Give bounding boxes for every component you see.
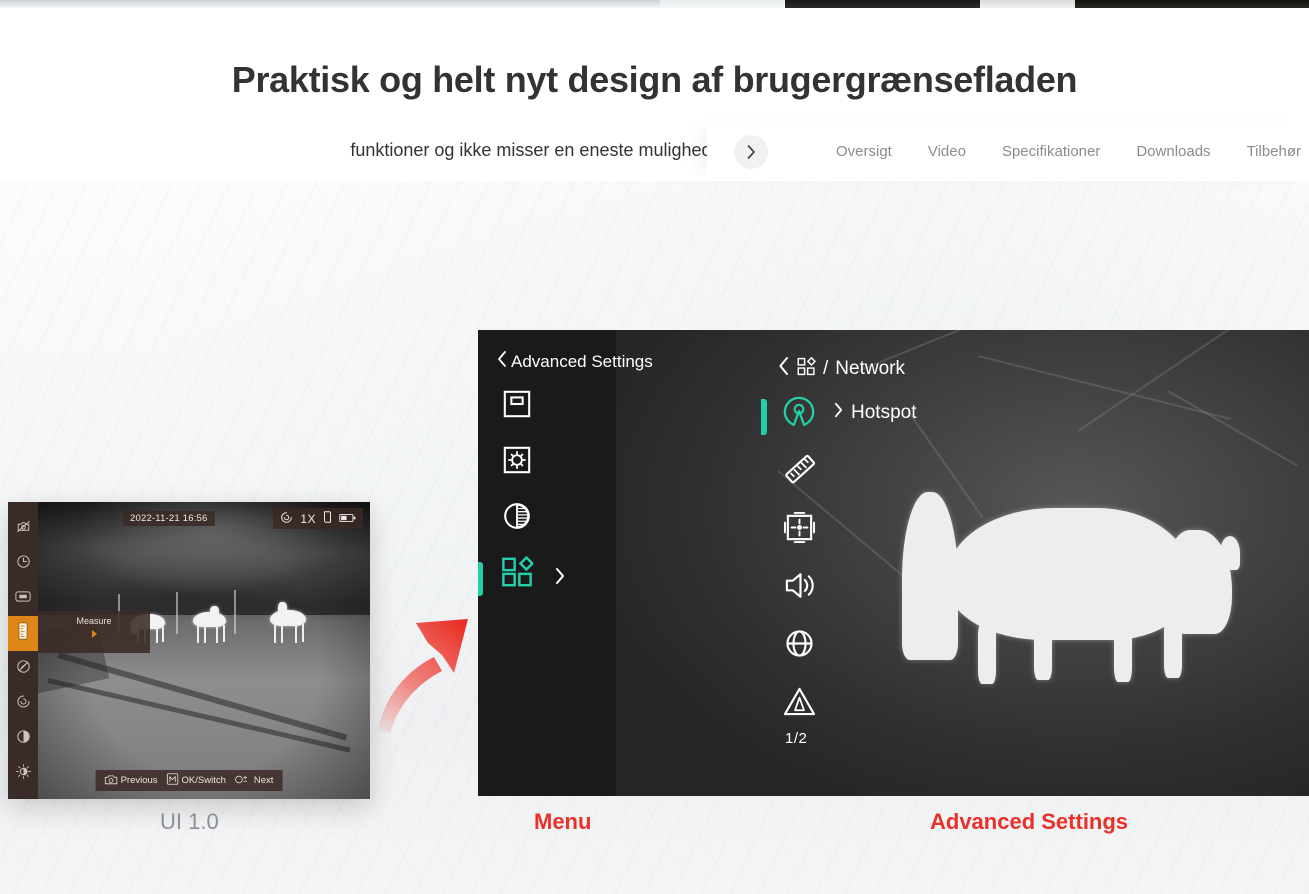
menu-panel-title: Advanced Settings (511, 351, 653, 371)
chevron-right-icon[interactable] (554, 566, 566, 591)
advanced-item-globe[interactable] (781, 628, 817, 664)
sidebar-item-brightness[interactable] (8, 756, 38, 791)
advanced-item-target[interactable] (781, 511, 817, 549)
subnav-item-downloads[interactable]: Downloads (1118, 143, 1228, 160)
contrast-half-circle-icon (502, 501, 532, 536)
sidebar-item-zoom[interactable] (8, 686, 38, 721)
sidebar-item-contrast[interactable] (8, 721, 38, 756)
advanced-item-ruler[interactable] (781, 454, 817, 490)
hotspot-antenna-icon (782, 395, 816, 434)
menu-icon-list (478, 389, 616, 591)
contrast-icon (16, 729, 31, 749)
strip-segment (1075, 0, 1309, 8)
menu-item-brightness-frame[interactable] (500, 445, 534, 479)
showcase-band: 2022-11-21 16:56 1X Measure Previous OK/… (0, 181, 1309, 894)
warning-triangle-icon (783, 686, 816, 722)
caption-advanced-settings: Advanced Settings (930, 809, 1129, 834)
advanced-item-warning[interactable] (781, 686, 817, 722)
sidebar-item-hotspot-off[interactable] (8, 651, 38, 686)
sidebar-item-camera-off[interactable] (8, 511, 38, 546)
hint-previous: Previous (104, 774, 158, 788)
ui10-bottombar: Previous OK/Switch Next (95, 770, 283, 791)
strip-segment (0, 0, 660, 8)
subnav-links: Oversigt Video Specifikationer Downloads… (818, 143, 1309, 160)
picture-in-picture-icon (502, 389, 532, 424)
advanced-selected-entry[interactable]: Hotspot (833, 401, 916, 425)
subnav-item-specifikationer[interactable]: Specifikationer (984, 143, 1118, 160)
subnav-item-video[interactable]: Video (910, 143, 984, 160)
speaker-icon (783, 569, 816, 607)
osd-label-icon (15, 590, 31, 608)
ui10-screenshot: 2022-11-21 16:56 1X Measure Previous OK/… (8, 502, 370, 799)
advanced-selected-label: Hotspot (851, 402, 917, 423)
hint-ok-switch-label: OK/Switch (181, 775, 226, 786)
page-root: Praktisk og helt nyt design af brugergræ… (0, 0, 1309, 894)
clock-icon (16, 554, 31, 574)
caption-menu: Menu (534, 809, 592, 834)
chevron-right-icon (833, 401, 844, 425)
advanced-breadcrumb: / Network (763, 330, 1063, 382)
advanced-active-indicator (761, 399, 767, 435)
menu-and-advanced-settings-screenshot: Advanced Settings / Network Hotspot 1/2 (478, 330, 1309, 796)
zoom-plusminus-icon (235, 774, 251, 788)
ruler-measure-icon (18, 622, 28, 645)
chevron-left-icon[interactable] (496, 350, 508, 373)
advanced-page-indicator: 1/2 (785, 730, 808, 747)
advanced-item-hotspot[interactable] (781, 396, 817, 432)
page-title: Praktisk og helt nyt design af brugergræ… (231, 59, 1078, 100)
ruler-icon (783, 453, 816, 491)
measure-tooltip-label: Measure (76, 616, 112, 626)
hint-previous-label: Previous (120, 775, 158, 786)
breadcrumb-separator: / (823, 358, 829, 379)
camera-off-icon (16, 519, 31, 539)
sticky-subnav: Oversigt Video Specifikationer Downloads… (707, 122, 1309, 181)
measure-tooltip: Measure (38, 611, 150, 653)
subnav-item-tilbehor[interactable]: Tilbehør (1229, 143, 1309, 160)
menu-panel: Advanced Settings (478, 330, 653, 796)
advanced-item-speaker[interactable] (781, 570, 817, 606)
sidebar-item-osd-label[interactable] (8, 581, 38, 616)
chevron-left-icon[interactable] (777, 356, 790, 382)
advanced-settings-panel: / Network Hotspot 1/2 (761, 330, 1063, 796)
hotspot-off-icon (16, 659, 31, 679)
hint-ok-switch: OK/Switch (166, 773, 226, 788)
hint-next-label: Next (253, 775, 274, 786)
thermal-twig (1167, 390, 1299, 467)
brightness-frame-icon (502, 445, 532, 480)
breadcrumb-label: Network (835, 358, 905, 379)
strip-segment (660, 0, 785, 8)
menu-active-indicator (478, 562, 483, 596)
caption-ui10: UI 1.0 (160, 809, 219, 834)
ui10-sidebar (8, 502, 38, 799)
apps-grid-icon (797, 356, 816, 382)
globe-icon (783, 627, 816, 665)
triangle-right-icon (91, 630, 97, 638)
chevron-right-icon[interactable] (734, 134, 768, 169)
strip-segment (980, 0, 1075, 8)
zoom-spiral-icon (16, 694, 31, 714)
advanced-icon-list (763, 396, 1063, 722)
menu-panel-title-row: Advanced Settings (478, 330, 653, 373)
m-key-icon (166, 773, 179, 788)
sidebar-item-clock[interactable] (8, 546, 38, 581)
camera-icon (104, 774, 118, 788)
brightness-icon (15, 763, 31, 784)
target-frame-icon (783, 511, 816, 549)
red-arrow-annotation (372, 609, 482, 734)
subnav-item-oversigt[interactable]: Oversigt (818, 143, 910, 160)
hint-next: Next (235, 774, 274, 788)
apps-grid-icon (501, 555, 535, 593)
menu-item-contrast[interactable] (500, 501, 534, 535)
menu-item-apps-grid[interactable] (500, 555, 535, 593)
previous-section-image-strip (0, 0, 1309, 8)
sidebar-item-measure[interactable] (8, 616, 38, 651)
strip-segment (785, 0, 980, 8)
menu-item-pip[interactable] (500, 389, 534, 423)
